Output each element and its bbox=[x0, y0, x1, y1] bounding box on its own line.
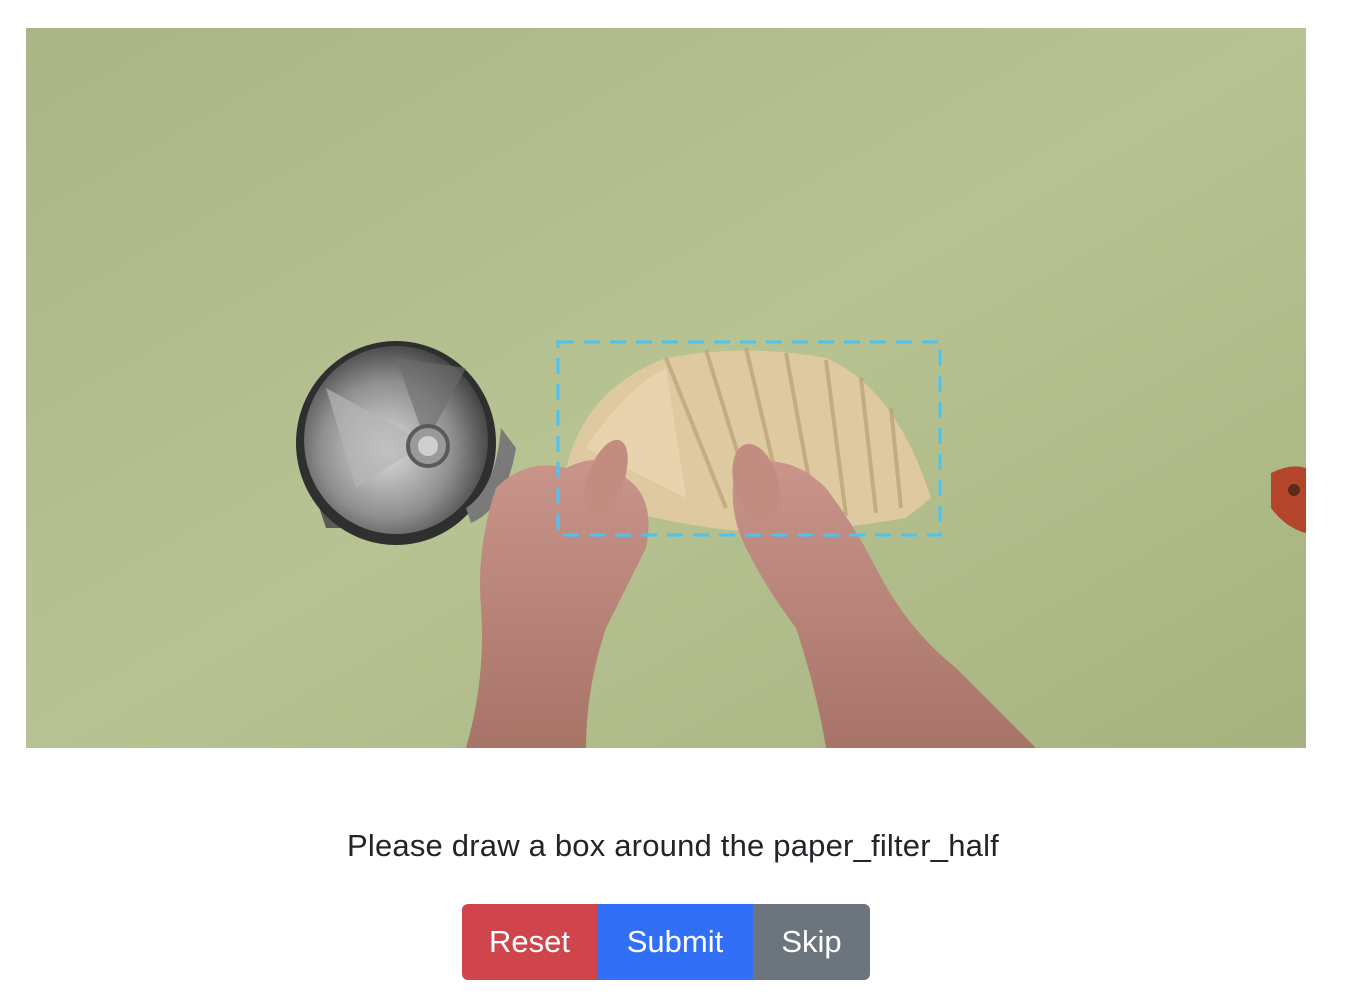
action-button-group: Reset Submit Skip bbox=[462, 904, 870, 980]
annotation-canvas[interactable] bbox=[26, 28, 1306, 748]
reset-button[interactable]: Reset bbox=[462, 904, 597, 980]
annotation-image[interactable] bbox=[26, 28, 1306, 748]
instruction-text: Please draw a box around the paper_filte… bbox=[346, 828, 999, 863]
skip-button[interactable]: Skip bbox=[753, 904, 870, 980]
submit-button[interactable]: Submit bbox=[597, 904, 753, 980]
